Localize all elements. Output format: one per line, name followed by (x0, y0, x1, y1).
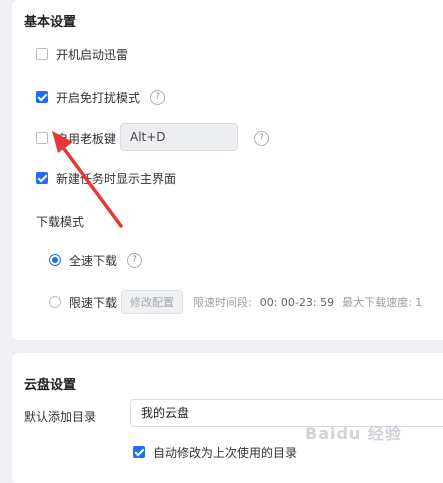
launch-on-startup-label: 开机启动迅雷 (56, 47, 129, 62)
watermark: Baidu 经验 (305, 424, 402, 443)
help-icon[interactable]: ? (254, 130, 269, 146)
boss-key-checkbox[interactable] (36, 132, 48, 144)
auto-update-dir-label: 自动修改为上次使用的目录 (153, 445, 298, 460)
full-speed-radio[interactable] (49, 254, 61, 266)
max-speed-label: 最大下载速度: 1 (342, 296, 423, 309)
limited-speed-option[interactable]: 限速下载 修改配置 限速时间段: 00: 00-23: 59 最大下载速度: 1 (49, 290, 423, 314)
launch-on-startup-checkbox[interactable] (36, 48, 48, 60)
default-dir-label: 默认添加目录 (24, 410, 97, 424)
boss-key-option[interactable]: 启用老板键 (36, 128, 116, 148)
cloud-settings-panel: 云盘设置 默认添加目录 我的云盘 自动修改为上次使用的目录 (12, 353, 443, 483)
limited-speed-radio[interactable] (49, 296, 61, 308)
basic-settings-title: 基本设置 (24, 15, 77, 30)
boss-key-help: ? (254, 128, 269, 148)
help-icon[interactable]: ? (150, 89, 166, 105)
help-icon[interactable]: ? (127, 252, 143, 268)
show-main-on-new-task-option[interactable]: 新建任务时显示主界面 (36, 168, 176, 188)
show-main-on-new-task-label: 新建任务时显示主界面 (56, 171, 177, 186)
auto-update-dir-option[interactable]: 自动修改为上次使用的目录 (133, 442, 297, 462)
limit-time-label: 限速时间段: (193, 296, 252, 309)
basic-settings-panel: 基本设置 开机启动迅雷 开启免打扰模式 ? 启用老板键 Alt+D ? 新建任务… (12, 0, 443, 340)
modify-config-button[interactable]: 修改配置 (121, 290, 184, 314)
do-not-disturb-option[interactable]: 开启免打扰模式 ? (36, 87, 166, 107)
do-not-disturb-label: 开启免打扰模式 (56, 90, 141, 105)
auto-update-dir-checkbox[interactable] (133, 446, 145, 458)
show-main-on-new-task-checkbox[interactable] (36, 172, 48, 184)
cloud-settings-title: 云盘设置 (24, 378, 77, 393)
limit-time-value: 00: 00-23: 59 (259, 295, 335, 309)
limited-speed-label: 限速下载 (69, 295, 118, 310)
launch-on-startup-option[interactable]: 开机启动迅雷 (36, 44, 128, 64)
full-speed-label: 全速下载 (69, 253, 118, 268)
download-mode-title: 下载模式 (36, 215, 85, 229)
boss-key-hotkey-input[interactable]: Alt+D (120, 123, 238, 151)
boss-key-label: 启用老板键 (56, 131, 117, 146)
full-speed-option[interactable]: 全速下载 ? (49, 250, 143, 270)
do-not-disturb-checkbox[interactable] (36, 91, 48, 103)
